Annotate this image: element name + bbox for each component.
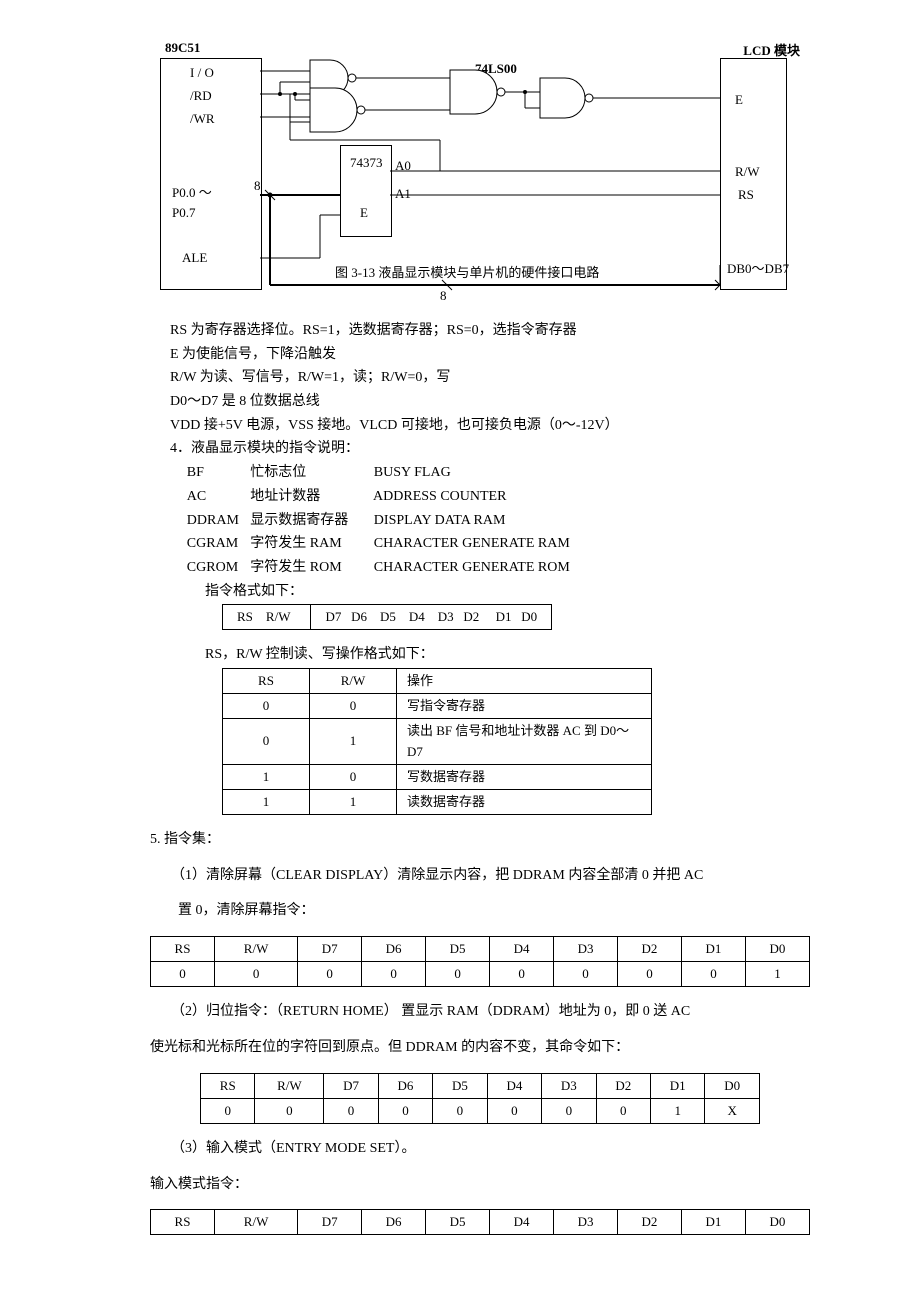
cmd3-line2: 输入模式指令： <box>150 1174 810 1196</box>
rw-title: RS，R/W 控制读、写操作格式如下： <box>205 644 810 666</box>
sec5-title: 5. 指令集： <box>150 829 810 851</box>
table-row: 00写指令寄存器 <box>223 694 652 719</box>
cmd3-line1: （3）输入模式（ENTRY MODE SET）。 <box>150 1138 810 1160</box>
table-row: 01读出 BF 信号和地址计数器 AC 到 D0～D7 <box>223 719 652 764</box>
table-row: 10写数据寄存器 <box>223 764 652 789</box>
cmd1-line2: 置 0，清除屏幕指令： <box>150 900 810 922</box>
def-row: CGRAM 字符发生 RAM CHARACTER GENERATE RAM <box>187 533 810 555</box>
para-e: E 为使能信号，下降沿触发 <box>170 344 810 366</box>
cmd2-line1: （2）归位指令：（RETURN HOME） 置显示 RAM（DDRAM）地址为 … <box>150 1001 810 1023</box>
fmt-title: 指令格式如下： <box>205 581 810 603</box>
cmd1-table: RSR/W D7D6 D5D4 D3D2 D1D0 00 00 00 00 01 <box>150 936 810 987</box>
instruction-format-table: RS R/W D7 D6 D5 D4 D3 D2 D1 D0 <box>222 604 552 630</box>
table-row: 00 00 00 00 1X <box>201 1098 760 1123</box>
def-en: BUSY FLAG <box>374 465 451 480</box>
cmd2-table: RSR/W D7D6 D5D4 D3D2 D1D0 00 00 00 00 1X <box>200 1073 760 1124</box>
def-key: BF <box>187 462 247 484</box>
table-row: 00 00 00 00 01 <box>151 962 810 987</box>
para-sec4: 4．液晶显示模块的指令说明： <box>170 438 810 460</box>
section-5: 5. 指令集： （1）清除屏幕（CLEAR DISPLAY）清除显示内容，把 D… <box>150 829 810 1236</box>
cmd2-line2: 使光标和光标所在位的字符回到原点。但 DDRAM 的内容不变，其命令如下： <box>150 1037 810 1059</box>
para-rs: RS 为寄存器选择位。RS=1，选数据寄存器；RS=0，选指令寄存器 <box>170 320 810 342</box>
def-row: DDRAM 显示数据寄存器 DISPLAY DATA RAM <box>187 510 810 532</box>
para-d07: D0～D7 是 8 位数据总线 <box>170 391 810 413</box>
def-row: BF 忙标志位 BUSY FLAG <box>187 462 810 484</box>
def-row: CGROM 字符发生 ROM CHARACTER GENERATE ROM <box>187 557 810 579</box>
circuit-diagram: 89C51 LCD 模块 I / O /RD /WR P0.0 ～ P0.7 A… <box>160 40 800 320</box>
diagram-wires <box>160 40 800 320</box>
para-vdd: VDD 接+5V 电源，VSS 接地。VLCD 可接地，也可接负电源（0～-12… <box>170 415 810 437</box>
table-row: 11读数据寄存器 <box>223 789 652 814</box>
cmd3-table: RSR/W D7D6 D5D4 D3D2 D1D0 <box>150 1209 810 1235</box>
cmd1-line1: （1）清除屏幕（CLEAR DISPLAY）清除显示内容，把 DDRAM 内容全… <box>150 865 810 887</box>
rw-op-table: RS R/W 操作 00写指令寄存器 01读出 BF 信号和地址计数器 AC 到… <box>222 668 652 815</box>
body-text: RS 为寄存器选择位。RS=1，选数据寄存器；RS=0，选指令寄存器 E 为使能… <box>170 320 810 815</box>
def-row: AC 地址计数器 ADDRESS COUNTER <box>187 486 810 508</box>
def-cn: 忙标志位 <box>250 462 370 484</box>
para-rw: R/W 为读、写信号，R/W=1，读；R/W=0，写 <box>170 367 810 389</box>
